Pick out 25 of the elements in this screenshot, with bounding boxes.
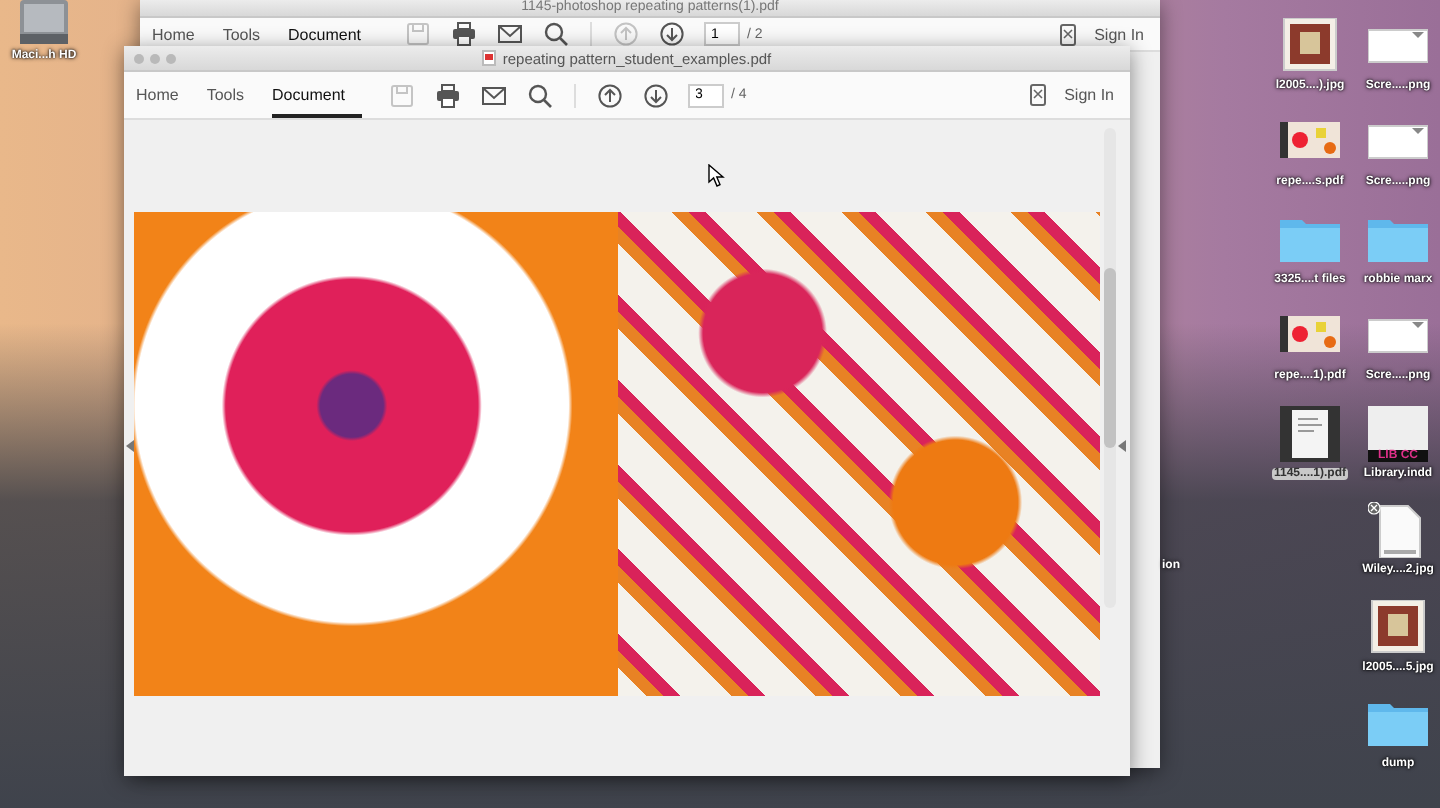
- search-icon[interactable]: [527, 83, 551, 107]
- tab[interactable]: Tools: [206, 72, 261, 118]
- scrollbar-thumb[interactable]: [1104, 268, 1116, 448]
- mail-icon[interactable]: [481, 83, 505, 107]
- print-icon[interactable]: [451, 22, 475, 46]
- down-arrow-icon[interactable]: [659, 22, 683, 46]
- cursor-icon[interactable]: [708, 164, 726, 188]
- document-file-icon[interactable]: [1280, 405, 1340, 461]
- sign-in-link[interactable]: Sign In: [1094, 25, 1144, 43]
- tab[interactable]: Home: [136, 72, 195, 118]
- image-file-icon[interactable]: [1280, 17, 1340, 73]
- collapse-arrow-icon[interactable]: [126, 440, 134, 452]
- mail-icon[interactable]: [497, 22, 521, 46]
- down-arrow-icon[interactable]: [643, 83, 667, 107]
- print-icon[interactable]: [435, 83, 459, 107]
- image-file-icon[interactable]: [1368, 599, 1428, 655]
- sign-in-link[interactable]: Sign In: [1064, 86, 1114, 104]
- pdf-file-icon[interactable]: [482, 50, 497, 66]
- search-icon[interactable]: [543, 22, 567, 46]
- collapse-arrow-icon[interactable]: [1118, 440, 1126, 452]
- tab[interactable]: Home: [152, 18, 211, 50]
- up-arrow-icon[interactable]: [597, 83, 621, 107]
- hard-drive-icon[interactable]: [18, 0, 70, 44]
- scrollbar[interactable]: [1104, 128, 1116, 608]
- tab[interactable]: Tools: [222, 18, 277, 50]
